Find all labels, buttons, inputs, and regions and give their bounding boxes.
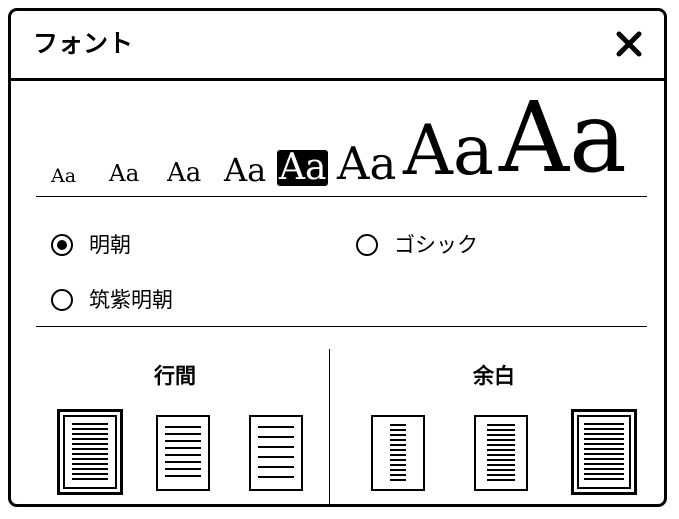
margins-title: 余白 bbox=[473, 364, 515, 388]
font-size-option-8[interactable]: Aa bbox=[497, 89, 629, 186]
font-size-option-7[interactable]: Aa bbox=[401, 117, 496, 186]
line-spacing-narrow-icon[interactable] bbox=[57, 409, 123, 499]
margin-normal-icon[interactable] bbox=[474, 415, 528, 495]
line-spacing-wide-icon[interactable] bbox=[249, 415, 303, 495]
line-spacing-title: 行間 bbox=[154, 364, 196, 388]
dialog-title: フォント bbox=[33, 29, 134, 58]
vertical-divider bbox=[329, 349, 330, 504]
font-size-option-6[interactable]: Aa bbox=[335, 141, 398, 186]
margin-narrow-icon[interactable] bbox=[571, 409, 637, 499]
font-size-option-3[interactable]: Aa bbox=[165, 160, 203, 186]
line-spacing-normal-icon[interactable] bbox=[156, 415, 210, 495]
font-size-option-1[interactable]: Aa bbox=[49, 167, 78, 186]
margin-wide-icon[interactable] bbox=[371, 415, 425, 495]
typeface-label: ゴシック bbox=[394, 233, 478, 257]
typeface-option-tsukushi-mincho[interactable]: 筑紫明朝 bbox=[51, 288, 173, 312]
typeface-label: 明朝 bbox=[89, 233, 131, 257]
font-size-option-4[interactable]: Aa bbox=[222, 154, 268, 186]
typeface-option-mincho[interactable]: 明朝 bbox=[51, 233, 131, 257]
radio-unchecked-icon bbox=[51, 289, 73, 311]
divider bbox=[36, 326, 647, 327]
dialog-header: フォント bbox=[11, 11, 664, 81]
font-settings-dialog: フォント Aa Aa Aa Aa Aa Aa Aa Aa 明朝 ゴシック 筑紫明… bbox=[8, 8, 667, 507]
divider bbox=[36, 196, 647, 197]
font-size-selector: Aa Aa Aa Aa Aa Aa Aa Aa bbox=[11, 81, 664, 196]
font-size-option-5[interactable]: Aa bbox=[277, 150, 329, 186]
radio-checked-icon bbox=[51, 234, 73, 256]
font-size-option-2[interactable]: Aa bbox=[107, 163, 141, 186]
typeface-option-gothic[interactable]: ゴシック bbox=[356, 233, 478, 257]
typeface-label: 筑紫明朝 bbox=[89, 288, 173, 312]
radio-unchecked-icon bbox=[356, 234, 378, 256]
close-icon[interactable] bbox=[614, 29, 644, 59]
